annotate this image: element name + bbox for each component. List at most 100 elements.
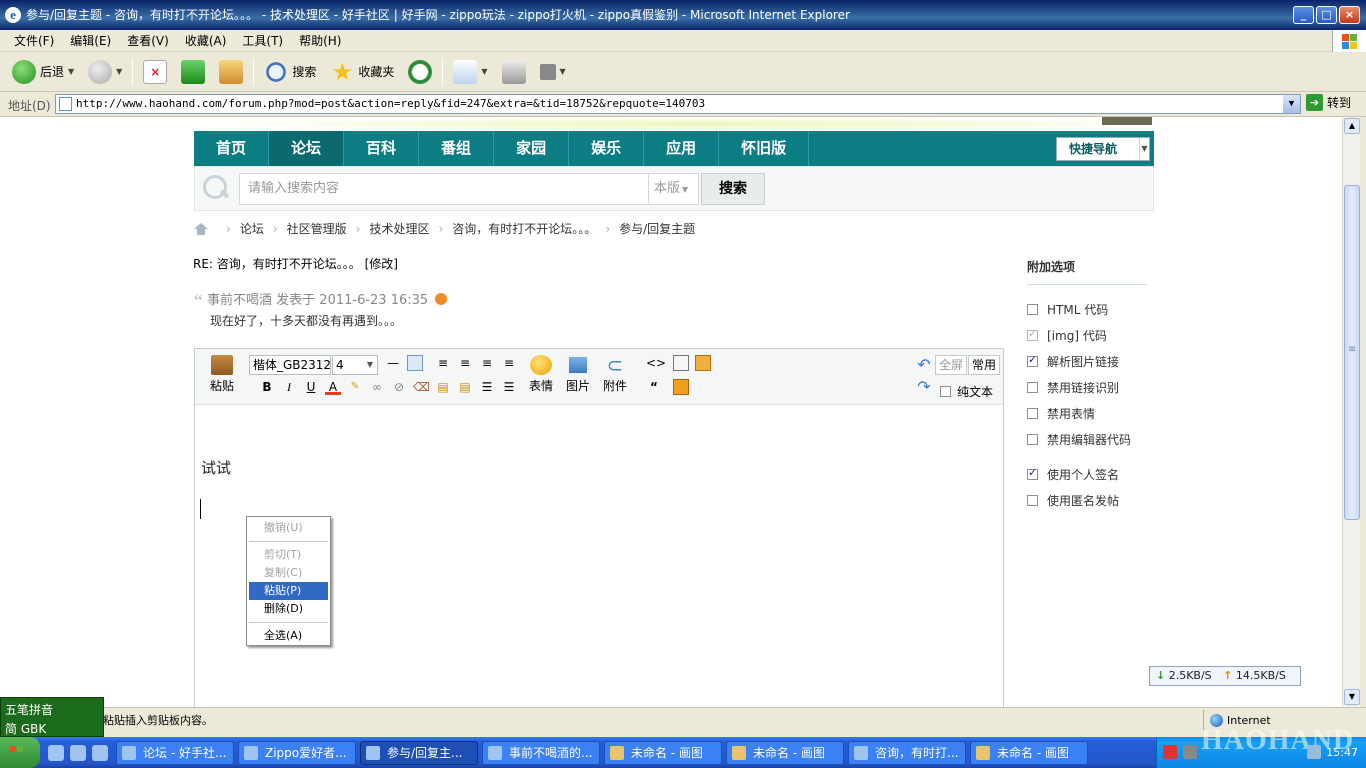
ctx-delete[interactable]: 删除(D): [247, 600, 330, 618]
menu-edit[interactable]: 编辑(E): [62, 32, 119, 49]
edit-page-button[interactable]: ▼: [536, 56, 570, 88]
tray-app-icon[interactable]: [1163, 745, 1177, 759]
start-button[interactable]: [0, 737, 40, 768]
go-button[interactable]: ➔ 转到: [1306, 94, 1351, 111]
link-icon[interactable]: ∞: [369, 379, 385, 395]
option-checkbox[interactable]: [1027, 466, 1038, 480]
bold-icon[interactable]: B: [259, 379, 275, 395]
breadcrumb-tech-support[interactable]: 技术处理区: [369, 220, 429, 237]
menu-help[interactable]: 帮助(H): [291, 32, 349, 49]
image-tool[interactable]: 图片: [564, 355, 592, 394]
forward-button[interactable]: ▼: [84, 56, 126, 88]
float-left-icon[interactable]: ▤: [435, 379, 451, 395]
option-disable-link-detect[interactable]: 禁用链接识别: [1027, 374, 1147, 400]
code-icon[interactable]: <>: [646, 355, 666, 371]
ctx-select-all[interactable]: 全选(A): [247, 627, 330, 645]
maximize-button[interactable]: □: [1316, 6, 1337, 24]
nav-entertainment[interactable]: 娱乐: [569, 131, 645, 166]
option-parse-image-links[interactable]: 解析图片链接: [1027, 348, 1147, 374]
tray-app-icon[interactable]: [1307, 745, 1321, 759]
taskbar-item[interactable]: 未命名 - 画图: [726, 740, 844, 765]
option-html-code[interactable]: HTML 代码: [1027, 296, 1147, 322]
font-size-select[interactable]: 4 ▼: [332, 355, 378, 375]
vertical-scrollbar[interactable]: ▲ ▼: [1342, 117, 1360, 707]
option-use-signature[interactable]: 使用个人签名: [1027, 461, 1147, 487]
minimize-button[interactable]: _: [1293, 6, 1314, 24]
tray-app-icon[interactable]: [1183, 745, 1197, 759]
taskbar-item[interactable]: 咨询，有时打...: [848, 740, 966, 765]
unordered-list-icon[interactable]: ☰: [501, 379, 517, 395]
menu-favorites[interactable]: 收藏(A): [177, 32, 235, 49]
taskbar-item[interactable]: 事前不喝酒的...: [482, 740, 600, 765]
ctx-paste[interactable]: 粘贴(P): [249, 582, 328, 600]
horizontal-rule-icon[interactable]: —: [385, 355, 401, 371]
underline-icon[interactable]: U: [303, 379, 319, 395]
mail-button[interactable]: ▼: [449, 56, 491, 88]
align-center-icon[interactable]: ≡: [457, 355, 473, 371]
scroll-thumb[interactable]: [1344, 185, 1360, 520]
breadcrumb-thread[interactable]: 咨询，有时打不开论坛。。。: [452, 220, 596, 237]
search-scope-select[interactable]: 本版 ▼: [649, 173, 699, 205]
taskbar-item[interactable]: 未命名 - 画图: [970, 740, 1088, 765]
menu-tools[interactable]: 工具(T): [234, 32, 291, 49]
menu-file[interactable]: 文件(F): [6, 32, 62, 49]
option-disable-editor-code[interactable]: 禁用编辑器代码: [1027, 426, 1147, 452]
search-submit-button[interactable]: 搜索: [701, 173, 765, 205]
ordered-list-icon[interactable]: ☰: [479, 379, 495, 395]
refresh-button[interactable]: [177, 56, 209, 88]
taskbar-item[interactable]: Zippo爱好者...: [238, 740, 356, 765]
option-img-code[interactable]: [img] 代码: [1027, 322, 1147, 348]
undo-icon[interactable]: ↶: [916, 357, 932, 373]
explorer-quicklaunch-icon[interactable]: [92, 744, 108, 761]
home-icon[interactable]: [194, 222, 209, 235]
favorites-button[interactable]: ★ 收藏夹: [326, 56, 398, 88]
search-button[interactable]: 搜索: [260, 56, 320, 88]
nav-home-space[interactable]: 家园: [494, 131, 570, 166]
justify-icon[interactable]: ≡: [501, 355, 517, 371]
media-icon[interactable]: [695, 355, 711, 371]
stop-button[interactable]: ×: [139, 56, 171, 88]
option-checkbox[interactable]: [1027, 327, 1038, 341]
italic-icon[interactable]: I: [281, 379, 297, 395]
unlink-icon[interactable]: ⊘: [391, 379, 407, 395]
align-left-icon[interactable]: ≡: [435, 355, 451, 371]
chevron-down-icon[interactable]: ▼: [560, 67, 566, 76]
fullscreen-button[interactable]: 全屏: [935, 355, 968, 375]
chevron-down-icon[interactable]: ▼: [116, 67, 122, 76]
print-button[interactable]: [498, 56, 530, 88]
emoji-tool[interactable]: 表情: [527, 355, 555, 394]
address-dropdown-icon[interactable]: ▼: [1283, 95, 1300, 113]
back-button[interactable]: 后退 ▼: [8, 56, 78, 88]
chevron-down-icon[interactable]: ▼: [481, 67, 487, 76]
scroll-down-icon[interactable]: ▼: [1344, 689, 1360, 705]
ime-status-bar[interactable]: 五笔拼音 简 GBK: [0, 697, 104, 737]
plain-text-checkbox[interactable]: [940, 386, 951, 397]
paste-tool[interactable]: 粘贴: [207, 355, 237, 394]
address-input[interactable]: http://www.haohand.com/forum.php?mod=pos…: [55, 94, 1301, 114]
redo-icon[interactable]: ↷: [916, 379, 932, 395]
desktop-quicklaunch-icon[interactable]: [70, 744, 86, 761]
scroll-up-icon[interactable]: ▲: [1344, 118, 1360, 134]
clear-format-icon[interactable]: ⌫: [413, 379, 430, 395]
breadcrumb-forum[interactable]: 论坛: [240, 220, 264, 237]
taskbar-item[interactable]: 论坛 - 好手社...: [116, 740, 234, 765]
option-checkbox[interactable]: [1027, 303, 1038, 315]
taskbar-item[interactable]: 未命名 - 画图: [604, 740, 722, 765]
option-checkbox[interactable]: [1027, 381, 1038, 393]
search-input[interactable]: 请输入搜索内容: [239, 173, 649, 205]
quick-nav-button[interactable]: 快捷导航 ▼: [1056, 137, 1150, 161]
taskbar-item-active[interactable]: 参与/回复主...: [360, 740, 478, 765]
align-right-icon[interactable]: ≡: [479, 355, 495, 371]
option-checkbox[interactable]: [1027, 353, 1038, 367]
breadcrumb-community-admin[interactable]: 社区管理版: [287, 220, 347, 237]
option-disable-smilies[interactable]: 禁用表情: [1027, 400, 1147, 426]
option-checkbox[interactable]: [1027, 407, 1038, 419]
home-button[interactable]: [215, 56, 247, 88]
hide-content-icon[interactable]: [673, 379, 689, 395]
close-button[interactable]: ×: [1339, 6, 1360, 24]
quote-icon[interactable]: “: [646, 379, 662, 395]
nav-forum[interactable]: 论坛: [269, 131, 345, 166]
editor-content[interactable]: 试试: [201, 457, 231, 478]
nav-home[interactable]: 首页: [194, 131, 270, 166]
table-icon[interactable]: [407, 355, 423, 371]
